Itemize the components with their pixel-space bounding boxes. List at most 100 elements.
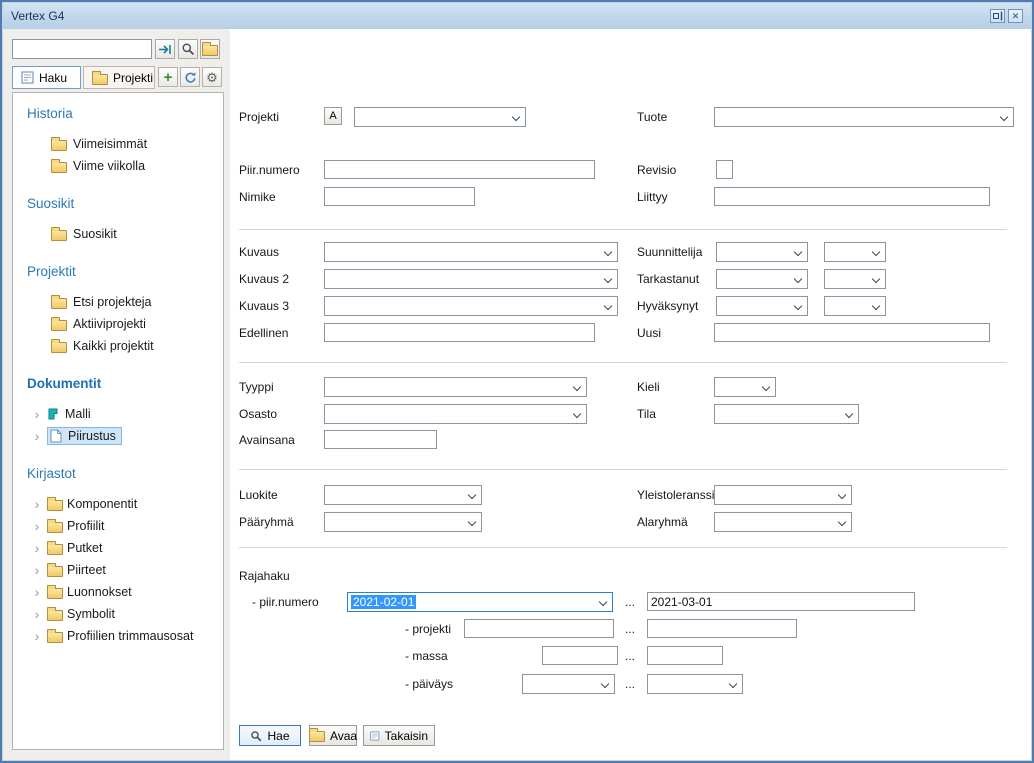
- sidebar-item-aktiiviprojekti[interactable]: Aktiiviprojekti: [13, 313, 223, 335]
- projekti-label: Projekti: [239, 110, 279, 124]
- liittyy-label: Liittyy: [637, 190, 668, 204]
- paaryhma-combobox[interactable]: [324, 512, 482, 532]
- sidebar-item-viimeisimmat[interactable]: Viimeisimmät: [13, 133, 223, 155]
- kuvaus3-combobox[interactable]: [324, 296, 618, 316]
- range-piirnumero-to-input[interactable]: [647, 592, 915, 611]
- suunnittelija-label: Suunnittelija: [637, 245, 702, 259]
- yleistoleranssi-label: Yleistoleranssi: [637, 488, 714, 502]
- search-form-icon: [21, 71, 34, 84]
- quick-search-input[interactable]: [12, 39, 152, 59]
- paaryhma-label: Pääryhmä: [239, 515, 294, 529]
- chevron-right-icon[interactable]: ›: [31, 628, 43, 644]
- liittyy-input[interactable]: [714, 187, 990, 206]
- add-tab-button[interactable]: +: [158, 67, 178, 87]
- hae-button[interactable]: Hae: [239, 725, 301, 746]
- nimike-input[interactable]: [324, 187, 475, 206]
- chevron-right-icon[interactable]: ›: [31, 540, 43, 556]
- tarkastanut-extra-combobox[interactable]: [824, 269, 886, 289]
- chevron-down-icon: [794, 248, 802, 256]
- avaa-button[interactable]: Avaa: [309, 725, 357, 746]
- chevron-right-icon[interactable]: ›: [31, 584, 43, 600]
- range-paivays-to-combobox[interactable]: [647, 674, 743, 694]
- section-title-suosikit: Suosikit: [13, 193, 223, 215]
- range-projekti-from-input[interactable]: [464, 619, 614, 638]
- kuvaus2-combobox[interactable]: [324, 269, 618, 289]
- sidebar-item-viime-viikolla[interactable]: Viime viikolla: [13, 155, 223, 177]
- folder-icon: [309, 731, 325, 742]
- sidebar-item-etsi-projekteja[interactable]: Etsi projekteja: [13, 291, 223, 313]
- go-button[interactable]: [155, 39, 175, 59]
- projekti-combobox[interactable]: [354, 107, 526, 127]
- yleistoleranssi-combobox[interactable]: [714, 485, 852, 505]
- chevron-right-icon[interactable]: ›: [31, 496, 43, 512]
- sidebar-item-symbolit[interactable]: › Symbolit: [13, 603, 223, 625]
- chevron-right-icon[interactable]: ›: [31, 428, 43, 444]
- suunnittelija-extra-combobox[interactable]: [824, 242, 886, 262]
- sidebar-item-piirteet[interactable]: › Piirteet: [13, 559, 223, 581]
- chevron-down-icon: [872, 275, 880, 283]
- sidebar-item-kaikki-projektit[interactable]: Kaikki projektit: [13, 335, 223, 357]
- refresh-button[interactable]: [180, 67, 200, 87]
- range-massa-to-input[interactable]: [647, 646, 723, 665]
- settings-button[interactable]: ⚙: [202, 67, 222, 87]
- model-icon: [47, 407, 61, 421]
- luokite-label: Luokite: [239, 488, 278, 502]
- hyvaksynyt-combobox[interactable]: [716, 296, 808, 316]
- close-button[interactable]: ✕: [1008, 9, 1023, 23]
- range-piirnumero-from-combobox[interactable]: 2021-02-01: [347, 592, 613, 612]
- sidebar-item-profiilien-trimmausosat[interactable]: › Profiilien trimmausosat: [13, 625, 223, 647]
- folder-icon: [51, 162, 67, 173]
- hyvaksynyt-extra-combobox[interactable]: [824, 296, 886, 316]
- chevron-down-icon: [794, 302, 802, 310]
- kieli-combobox[interactable]: [714, 377, 776, 397]
- tarkastanut-combobox[interactable]: [716, 269, 808, 289]
- sidebar-item-putket[interactable]: › Putket: [13, 537, 223, 559]
- sidebar-item-komponentit[interactable]: › Komponentit: [13, 493, 223, 515]
- folder-icon: [51, 320, 67, 331]
- title-bar[interactable]: Vertex G4 ✕: [3, 3, 1031, 29]
- revisio-label: Revisio: [637, 163, 676, 177]
- chevron-right-icon[interactable]: ›: [31, 518, 43, 534]
- tuote-combobox[interactable]: [714, 107, 1014, 127]
- folder-icon: [51, 140, 67, 151]
- piirnumero-input[interactable]: [324, 160, 595, 179]
- tila-combobox[interactable]: [714, 404, 859, 424]
- separator: [239, 229, 1007, 230]
- range-paivays-from-combobox[interactable]: [522, 674, 615, 694]
- uusi-input[interactable]: [714, 323, 990, 342]
- chevron-right-icon[interactable]: ›: [31, 406, 43, 422]
- tyyppi-combobox[interactable]: [324, 377, 587, 397]
- tab-projekti[interactable]: Projekti: [83, 66, 155, 89]
- chevron-right-icon[interactable]: ›: [31, 606, 43, 622]
- sidebar-item-suosikit[interactable]: Suosikit: [13, 223, 223, 245]
- sidebar-item-malli[interactable]: › Malli: [13, 403, 223, 425]
- luokite-combobox[interactable]: [324, 485, 482, 505]
- sidebar-item-profiilit[interactable]: › Profiilit: [13, 515, 223, 537]
- range-paivays-label: - päiväys: [405, 677, 453, 691]
- sidebar-item-luonnokset[interactable]: › Luonnokset: [13, 581, 223, 603]
- folder-icon: [47, 610, 63, 621]
- range-massa-from-input[interactable]: [542, 646, 618, 665]
- takaisin-button[interactable]: Takaisin: [363, 725, 435, 746]
- kuvaus-combobox[interactable]: [324, 242, 618, 262]
- range-projekti-to-input[interactable]: [647, 619, 797, 638]
- dock-button[interactable]: [990, 9, 1005, 23]
- edellinen-input[interactable]: [324, 323, 595, 342]
- chevron-right-icon[interactable]: ›: [31, 562, 43, 578]
- search-button[interactable]: [178, 39, 198, 59]
- alaryhma-combobox[interactable]: [714, 512, 852, 532]
- sidebar-item-piirustus[interactable]: › Piirustus: [13, 425, 223, 447]
- open-folder-button[interactable]: [200, 39, 220, 59]
- kuvaus2-label: Kuvaus 2: [239, 272, 289, 286]
- osasto-combobox[interactable]: [324, 404, 587, 424]
- section-projektit: Projektit Etsi projekteja Aktiiviprojekt…: [13, 261, 223, 357]
- sidebar-item-label: Piirustus: [68, 429, 116, 443]
- revisio-input[interactable]: [716, 160, 733, 179]
- separator: [239, 362, 1007, 363]
- avaa-button-label: Avaa: [330, 729, 357, 743]
- tab-haku[interactable]: Haku: [12, 66, 81, 89]
- takaisin-button-label: Takaisin: [385, 729, 428, 743]
- project-a-button[interactable]: A: [324, 107, 342, 125]
- avainsana-input[interactable]: [324, 430, 437, 449]
- suunnittelija-combobox[interactable]: [716, 242, 808, 262]
